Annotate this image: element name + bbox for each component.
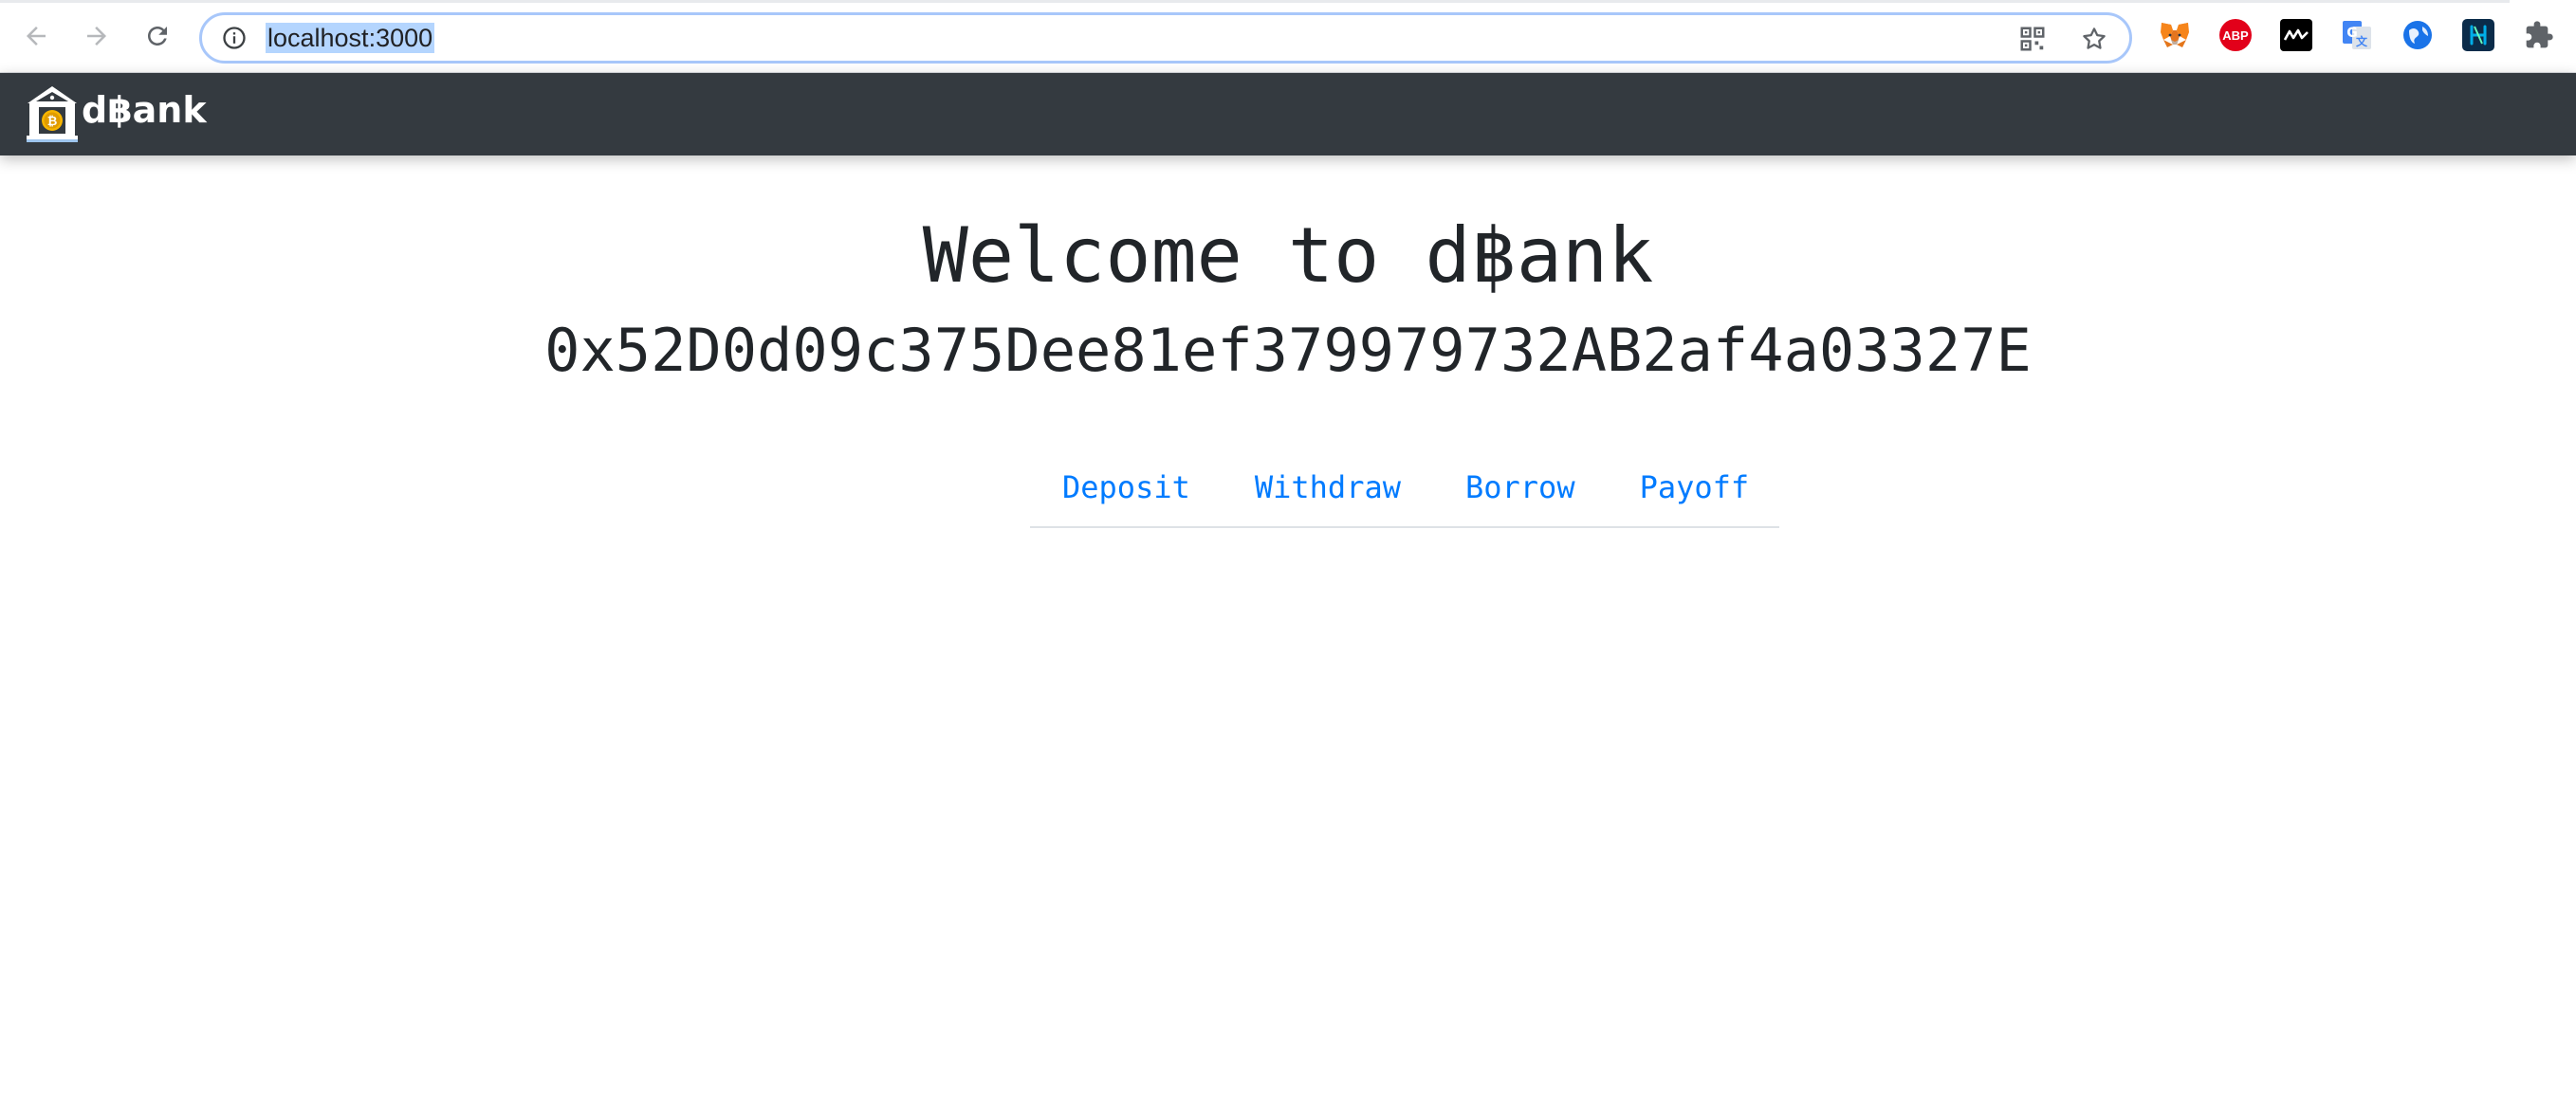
action-tabs: Deposit Withdraw Borrow Payoff [1030,458,1779,528]
puzzle-extensions-icon[interactable] [2523,19,2555,51]
address-bar[interactable]: localhost:3000 [199,12,2132,64]
tab-withdraw[interactable]: Withdraw [1223,458,1433,526]
reload-button[interactable] [138,17,176,55]
bank-bitcoin-logo-icon: ₿ [27,86,78,142]
info-icon[interactable] [221,25,248,51]
adblock-plus-icon[interactable]: ABP [2219,19,2252,51]
browser-toolbar: localhost:3000 ABP G 文 [0,0,2576,73]
page-title: Welcome to d฿ank [922,211,1654,300]
arrow-left-icon [27,27,46,46]
tab-strip-edge [0,0,2510,3]
back-button[interactable] [17,17,55,55]
svg-text:₿: ₿ [47,115,58,129]
metamask-fox-icon[interactable] [2159,19,2191,51]
harmony-extension-icon[interactable] [2462,19,2494,51]
google-translate-icon[interactable]: G 文 [2341,19,2373,51]
globe-extension-icon[interactable] [2401,19,2434,51]
brand-name: d฿ank [82,89,207,131]
tab-borrow[interactable]: Borrow [1433,458,1608,526]
adblock-plus-label: ABP [2222,27,2249,43]
tab-deposit[interactable]: Deposit [1030,458,1223,526]
app-navbar: ₿ d฿ank [0,73,2576,155]
qr-code-icon[interactable] [2018,25,2047,53]
brand-link[interactable]: ₿ d฿ank [25,84,207,143]
forward-button[interactable] [78,17,116,55]
svg-text:文: 文 [2356,34,2368,48]
arrow-right-icon [87,27,106,46]
account-address: 0x52D0d09c375Dee81ef379979732AB2af4a0332… [544,316,2032,385]
star-bookmark-icon[interactable] [2080,25,2108,53]
reload-icon [148,27,167,46]
waves-extension-icon[interactable] [2280,19,2312,51]
url-text[interactable]: localhost:3000 [266,23,435,53]
tab-payoff[interactable]: Payoff [1608,458,1782,526]
